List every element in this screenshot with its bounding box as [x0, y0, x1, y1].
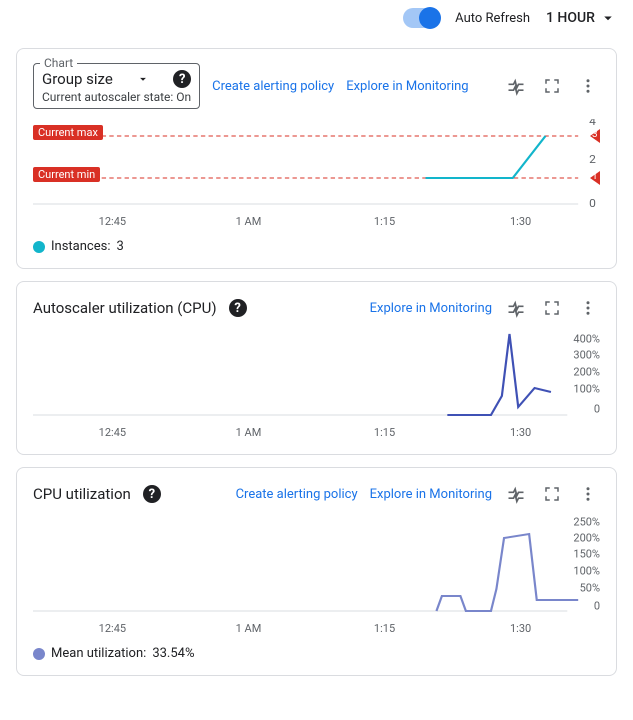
explore-monitoring-link[interactable]: Explore in Monitoring — [346, 79, 468, 94]
fullscreen-icon[interactable] — [540, 74, 564, 98]
explore-monitoring-link[interactable]: Explore in Monitoring — [370, 301, 492, 316]
x-axis-ticks: 12:45 1 AM 1:15 1:30 — [33, 622, 600, 636]
create-alert-link[interactable]: Create alerting policy — [236, 487, 358, 502]
autoscaler-util-chart — [33, 330, 600, 420]
autoscaler-state-text: Current autoscaler state: On — [42, 90, 191, 104]
legend-dot-mean — [33, 648, 45, 660]
fullscreen-icon[interactable] — [540, 482, 564, 506]
cpu-util-title: CPU utilization — [33, 485, 131, 503]
explore-monitoring-link[interactable]: Explore in Monitoring — [370, 487, 492, 502]
time-range-select[interactable]: 1 HOUR — [546, 9, 617, 27]
legend-toggle-icon[interactable] — [504, 482, 528, 506]
autoscaler-util-title: Autoscaler utilization (CPU) — [33, 299, 217, 317]
group-size-chart: 4 2 0 — [33, 119, 600, 209]
cpu-legend: Mean utilization: 33.54% — [33, 646, 600, 661]
cpu-util-card: CPU utilization ? Create alerting policy… — [16, 467, 617, 676]
autoscaler-util-card: Autoscaler utilization (CPU) ? Explore i… — [16, 281, 617, 455]
dropdown-arrow-icon — [136, 72, 150, 86]
auto-refresh-label: Auto Refresh — [455, 11, 530, 26]
more-menu-icon[interactable] — [576, 296, 600, 320]
chevron-down-icon — [599, 9, 617, 27]
auto-refresh-toggle[interactable] — [403, 8, 439, 28]
legend-toggle-icon[interactable] — [504, 74, 528, 98]
chart-type-dropdown[interactable]: Chart Group size ? Current autoscaler st… — [33, 63, 200, 109]
legend-toggle-icon[interactable] — [504, 296, 528, 320]
help-icon[interactable]: ? — [173, 70, 191, 88]
group-size-legend: Instances: 3 — [33, 239, 600, 254]
fullscreen-icon[interactable] — [540, 296, 564, 320]
svg-text:2: 2 — [589, 152, 596, 165]
min-arrow-marker: 1 — [590, 171, 600, 185]
x-axis-ticks: 12:45 1 AM 1:15 1:30 — [33, 215, 600, 229]
more-menu-icon[interactable] — [576, 482, 600, 506]
current-max-badge: Current max — [33, 125, 103, 140]
cpu-util-chart — [33, 516, 600, 616]
group-size-card: Chart Group size ? Current autoscaler st… — [16, 48, 617, 269]
svg-text:0: 0 — [589, 196, 596, 209]
svg-text:4: 4 — [589, 119, 596, 128]
x-axis-ticks: 12:45 1 AM 1:15 1:30 — [33, 426, 600, 440]
time-range-value: 1 HOUR — [546, 10, 595, 26]
help-icon[interactable]: ? — [229, 299, 247, 317]
more-menu-icon[interactable] — [576, 74, 600, 98]
chart-dropdown-label: Chart — [40, 56, 77, 70]
chart-dropdown-value: Group size — [42, 70, 113, 88]
legend-dot-instances — [33, 241, 45, 253]
create-alert-link[interactable]: Create alerting policy — [212, 79, 334, 94]
max-arrow-marker: 3 — [590, 129, 600, 143]
current-min-badge: Current min — [33, 167, 100, 182]
help-icon[interactable]: ? — [143, 485, 161, 503]
